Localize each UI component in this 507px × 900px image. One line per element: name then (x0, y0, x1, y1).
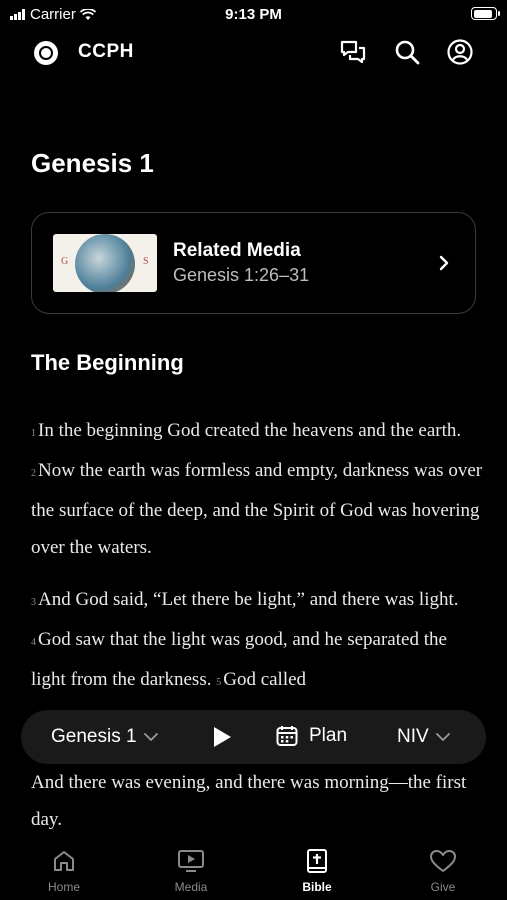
tab-label: Give (430, 880, 456, 894)
scripture-text: 1 In the beginning God created the heaven… (31, 412, 483, 716)
chevron-right-icon (439, 255, 449, 271)
paragraph: 3 And God said, “Let there be light,” and… (31, 581, 483, 701)
plan-button[interactable]: Plan (275, 724, 347, 748)
chapter-label: Genesis 1 (51, 726, 137, 747)
chat-icon[interactable] (339, 38, 367, 66)
verse-text[interactable]: And there was evening, and there was mor… (31, 764, 483, 838)
chevron-down-icon (435, 733, 450, 741)
tab-home[interactable]: Home (19, 848, 109, 894)
tab-bible[interactable]: Bible (272, 848, 362, 894)
app-logo[interactable] (34, 41, 58, 65)
version-selector[interactable]: NIV (397, 726, 451, 748)
calendar-icon (276, 726, 298, 746)
chapter-player-bar: Genesis 1 Plan NIV (21, 710, 486, 764)
status-time: 9:13 PM (225, 6, 282, 23)
verse-number: 2 (31, 468, 36, 479)
thumb-letter: S (143, 256, 151, 267)
tab-bar: Home Media Bible Give (0, 838, 507, 900)
tab-label: Home (47, 880, 80, 894)
search-icon[interactable] (393, 38, 421, 66)
home-icon (54, 851, 74, 871)
media-thumbnail: G S (53, 234, 157, 292)
related-media-title: Related Media (173, 240, 301, 261)
thumb-letter: G (61, 256, 71, 267)
media-icon (178, 850, 204, 872)
related-media-card[interactable]: G S Related Media Genesis 1:26–31 (31, 212, 476, 314)
tab-label: Media (174, 880, 208, 894)
chevron-down-icon (143, 733, 158, 741)
bible-icon (307, 849, 327, 873)
plan-label: Plan (309, 725, 348, 746)
related-media-reference: Genesis 1:26–31 (173, 265, 310, 285)
verse-text[interactable]: In the beginning God created the heavens… (38, 420, 461, 441)
tab-label: Bible (302, 880, 332, 894)
status-bar: Carrier 9:13 PM (0, 0, 507, 30)
chapter-selector[interactable]: Genesis 1 (51, 726, 159, 748)
verse-text[interactable]: Now the earth was formless and empty, da… (31, 460, 482, 558)
page-title: Genesis 1 (31, 148, 154, 178)
tab-give[interactable]: Give (398, 848, 488, 894)
tab-media[interactable]: Media (146, 848, 236, 894)
battery-icon (471, 7, 500, 20)
heart-icon (430, 850, 456, 872)
verse-text[interactable]: And God said, “Let there be light,” and … (38, 589, 459, 610)
app-title: CCPH (78, 41, 134, 62)
verse-number: 4 (31, 637, 36, 648)
play-icon[interactable] (211, 725, 233, 749)
profile-icon[interactable] (446, 38, 474, 66)
section-heading: The Beginning (31, 350, 184, 375)
version-label: NIV (397, 726, 429, 747)
paragraph: 1 In the beginning God created the heaven… (31, 412, 483, 566)
verse-number: 1 (31, 428, 36, 439)
verse-text[interactable]: God called (223, 669, 306, 690)
verse-number: 5 (216, 677, 222, 688)
verse-number: 3 (31, 597, 36, 608)
